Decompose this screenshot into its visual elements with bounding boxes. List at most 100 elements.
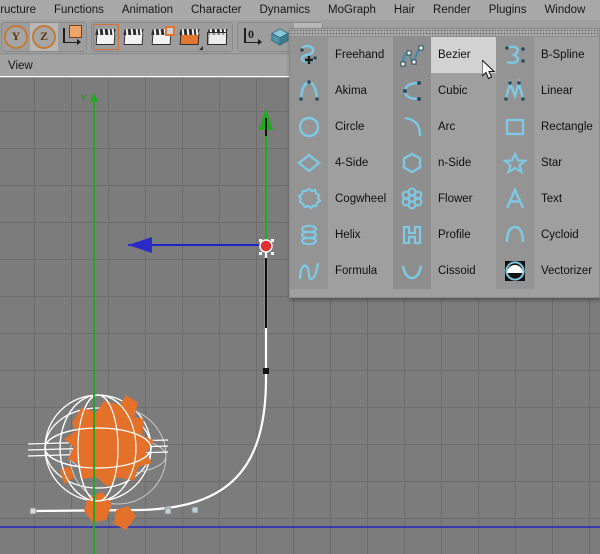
palette-label: Arc bbox=[438, 121, 456, 133]
palette-item-freehand[interactable]: Freehand bbox=[290, 37, 393, 73]
four-side-spline-icon bbox=[290, 145, 328, 181]
linear-spline-icon bbox=[496, 73, 534, 109]
axis-z-icon: Z bbox=[32, 24, 56, 49]
palette-label: Akima bbox=[335, 85, 367, 97]
palette-item-cycloid[interactable]: Cycloid bbox=[496, 217, 599, 253]
spline-palette[interactable]: Freehand Akima Circle 4-Side Cogwheel He… bbox=[289, 28, 600, 298]
helix-spline-icon bbox=[290, 217, 328, 253]
palette-item-helix[interactable]: Helix bbox=[290, 217, 393, 253]
y-axis-label: Y bbox=[80, 93, 88, 105]
palette-label: Linear bbox=[541, 85, 573, 97]
axis-lock-z-button[interactable]: Z bbox=[30, 22, 58, 51]
palette-item-flower[interactable]: Flower bbox=[393, 181, 496, 217]
render-settings-button[interactable] bbox=[204, 22, 232, 51]
spline-point-mid2 bbox=[191, 506, 199, 514]
palette-label: Star bbox=[541, 157, 563, 169]
render-group bbox=[91, 21, 233, 52]
palette-label: Profile bbox=[438, 229, 471, 241]
spline-point-start bbox=[29, 507, 37, 515]
palette-label: Formula bbox=[335, 265, 378, 277]
palette-label: Vectorizer bbox=[541, 265, 593, 277]
palette-item-circle[interactable]: Circle bbox=[290, 109, 393, 145]
palette-label: Flower bbox=[438, 193, 473, 205]
object-axis-icon bbox=[61, 24, 83, 47]
clapperboard-icon bbox=[95, 28, 117, 46]
palette-column-1: Freehand Akima Circle 4-Side Cogwheel He… bbox=[290, 37, 393, 298]
profile-spline-icon bbox=[393, 217, 431, 253]
palette-item-formula[interactable]: Formula bbox=[290, 253, 393, 289]
palette-drag-grip[interactable] bbox=[290, 29, 599, 37]
cissoid-spline-icon bbox=[393, 253, 431, 289]
palette-item-akima[interactable]: Akima bbox=[290, 73, 393, 109]
render-to-picture-viewer-button[interactable] bbox=[176, 22, 204, 51]
mouse-cursor bbox=[482, 60, 496, 80]
menu-mograph[interactable]: MoGraph bbox=[319, 0, 385, 20]
cinema4d-window: tructure Functions Animation Character D… bbox=[0, 0, 600, 554]
clapperboard-orange-icon bbox=[179, 28, 201, 46]
arc-spline-icon bbox=[393, 109, 431, 145]
menu-dynamics[interactable]: Dynamics bbox=[251, 0, 319, 20]
palette-label: B-Spline bbox=[541, 49, 585, 61]
render-view-button[interactable] bbox=[120, 22, 148, 51]
menu-structure[interactable]: tructure bbox=[0, 0, 45, 20]
render-region-button[interactable] bbox=[148, 22, 176, 51]
clapperboard-region-icon bbox=[151, 25, 175, 46]
spline-handle bbox=[263, 368, 269, 374]
palette-item-n-side[interactable]: n-Side bbox=[393, 145, 496, 181]
palette-item-arc[interactable]: Arc bbox=[393, 109, 496, 145]
palette-label: Freehand bbox=[335, 49, 385, 61]
palette-item-text[interactable]: Text bbox=[496, 181, 599, 217]
palette-label: Cissoid bbox=[438, 265, 476, 277]
palette-item-rectangle[interactable]: Rectangle bbox=[496, 109, 599, 145]
text-spline-icon bbox=[496, 181, 534, 217]
palette-label: 4-Side bbox=[335, 157, 369, 169]
palette-item-b-spline[interactable]: B-Spline bbox=[496, 37, 599, 73]
cogwheel-spline-icon bbox=[290, 181, 328, 217]
palette-item-4-side[interactable]: 4-Side bbox=[290, 145, 393, 181]
clapperboard-settings-icon bbox=[207, 28, 229, 46]
b-spline-icon bbox=[496, 37, 534, 73]
palette-label: Circle bbox=[335, 121, 365, 133]
palette-item-cubic[interactable]: Cubic bbox=[393, 73, 496, 109]
flyout-corner-icon bbox=[199, 45, 203, 50]
palette-item-vectorizer[interactable]: Vectorizer bbox=[496, 253, 599, 289]
menu-functions[interactable]: Functions bbox=[45, 0, 113, 20]
palette-label: n-Side bbox=[438, 157, 472, 169]
y-axis-arrow bbox=[90, 92, 98, 102]
spline-point-mid bbox=[164, 507, 172, 515]
menu-plugins[interactable]: Plugins bbox=[480, 0, 536, 20]
coordinate-system-button[interactable]: 0 bbox=[238, 22, 266, 51]
palette-item-linear[interactable]: Linear bbox=[496, 73, 599, 109]
palette-label: Cycloid bbox=[541, 229, 579, 241]
make-editable-button[interactable] bbox=[92, 22, 120, 51]
palette-label: Bezier bbox=[438, 49, 471, 61]
palette-item-cissoid[interactable]: Cissoid bbox=[393, 253, 496, 289]
palette-item-profile[interactable]: Profile bbox=[393, 217, 496, 253]
axis-y-icon: Y bbox=[4, 24, 28, 49]
cycloid-spline-icon bbox=[496, 217, 534, 253]
vectorizer-icon bbox=[496, 253, 534, 289]
menu-hair[interactable]: Hair bbox=[385, 0, 424, 20]
menu-window[interactable]: Window bbox=[535, 0, 594, 20]
object-axis-button[interactable] bbox=[58, 22, 86, 51]
clapperboard-icon bbox=[123, 28, 145, 46]
palette-label: Rectangle bbox=[541, 121, 593, 133]
palette-label: Cogwheel bbox=[335, 193, 387, 205]
palette-item-bezier[interactable]: Bezier bbox=[393, 37, 496, 73]
palette-item-star[interactable]: Star bbox=[496, 145, 599, 181]
palette-label: Text bbox=[541, 193, 563, 205]
formula-spline-icon bbox=[290, 253, 328, 289]
palette-column-2: Bezier Cubic Arc n-Side Flower Profile C… bbox=[393, 37, 496, 298]
palette-item-cogwheel[interactable]: Cogwheel bbox=[290, 181, 393, 217]
menu-render[interactable]: Render bbox=[424, 0, 480, 20]
menu-animation[interactable]: Animation bbox=[113, 0, 182, 20]
cube-icon bbox=[271, 27, 289, 46]
menu-help[interactable]: Help bbox=[594, 0, 600, 20]
menu-character[interactable]: Character bbox=[182, 0, 251, 20]
n-side-spline-icon bbox=[393, 145, 431, 181]
palette-label: Helix bbox=[335, 229, 361, 241]
axis-lock-y-button[interactable]: Y bbox=[2, 23, 30, 51]
palette-label: Cubic bbox=[438, 85, 468, 97]
star-spline-icon bbox=[496, 145, 534, 181]
bezier-spline-icon bbox=[393, 37, 431, 73]
